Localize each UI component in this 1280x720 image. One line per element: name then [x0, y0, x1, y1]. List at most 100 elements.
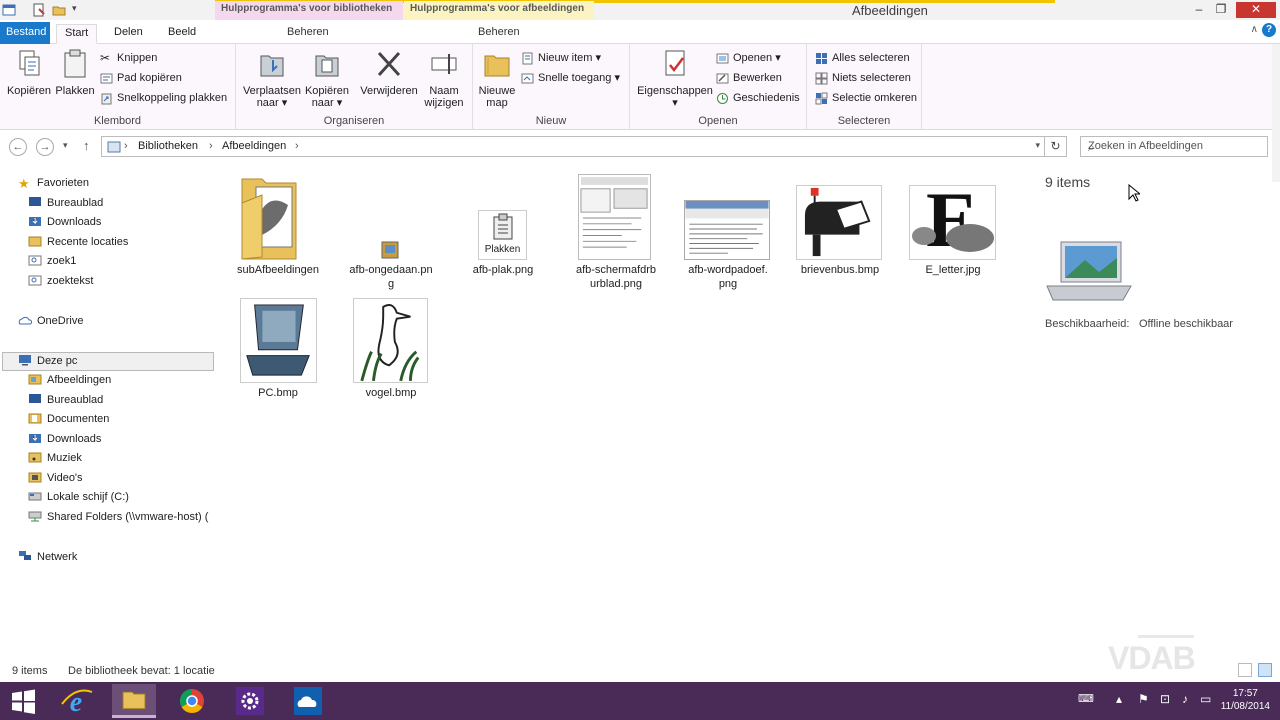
settings-gear-icon[interactable] — [228, 684, 272, 718]
onedrive-taskbar-icon[interactable] — [286, 684, 330, 718]
language-icon[interactable]: ▭ — [1200, 692, 1211, 706]
recent-locations-icon[interactable]: ▾ — [63, 140, 68, 151]
cut-button[interactable]: ✂ Knippen — [100, 50, 157, 68]
help-icon[interactable]: ? — [1262, 23, 1276, 37]
chrome-icon[interactable] — [170, 684, 214, 718]
volume-icon[interactable]: ♪ — [1182, 692, 1188, 706]
forward-button[interactable]: → — [36, 138, 54, 156]
copy-icon — [19, 50, 40, 76]
history-button[interactable]: Geschiedenis — [716, 90, 800, 108]
back-button[interactable]: ← — [9, 138, 27, 156]
tab-beheren-picture[interactable]: Beheren — [478, 26, 520, 38]
new-item-button[interactable]: Nieuw item ▾ — [521, 50, 601, 68]
nav-fav-zoek1[interactable]: zoek1 — [28, 252, 76, 270]
show-hidden-icons-icon[interactable]: ▴ — [1116, 692, 1122, 706]
nav-fav-recente-locaties[interactable]: Recente locaties — [28, 233, 128, 251]
clock[interactable]: 17:57 11/08/2014 — [1221, 687, 1270, 713]
details-item-count: 9 items — [1045, 174, 1091, 190]
window-menu-icon[interactable] — [2, 3, 16, 17]
nav-pc-bureaublad[interactable]: Bureaublad — [28, 391, 103, 409]
delete-button[interactable]: Verwijderen — [358, 48, 420, 97]
tab-beeld[interactable]: Beeld — [160, 24, 204, 44]
nav-favorieten[interactable]: ★ Favorieten — [18, 174, 89, 192]
large-icons-view-icon[interactable] — [1258, 663, 1272, 677]
qat-dropdown-icon[interactable]: ▾ — [72, 3, 86, 17]
nav-onedrive[interactable]: OneDrive — [18, 312, 83, 330]
ribbon-scrollbar[interactable] — [1272, 44, 1280, 182]
copy-to-button[interactable]: Kopiëren naar ▾ — [302, 48, 352, 109]
new-item-icon — [522, 52, 533, 65]
copy-to-icon — [315, 55, 339, 77]
tab-start[interactable]: Start — [56, 24, 98, 44]
group-nieuw: Nieuwe map Nieuw item ▾ Snelle toegang ▾… — [473, 44, 630, 130]
nav-pc-shared-folders[interactable]: Shared Folders (\\vmware-host) ( — [28, 508, 208, 526]
action-center-flag-icon[interactable]: ⚑ — [1138, 692, 1149, 706]
group-klembord: Kopiëren Plakken ✂ Knippen Pad kopiëren S… — [0, 44, 236, 130]
navigation-row: ← → ▾ ↑ › Bibliotheken › Afbeeldingen › … — [0, 135, 1280, 159]
breadcrumb-afbeeldingen[interactable]: Afbeeldingen — [222, 140, 286, 152]
address-bar[interactable]: › Bibliotheken › Afbeeldingen › ▾ — [101, 136, 1045, 157]
file-name: vogel.bmp — [365, 387, 417, 399]
tab-beheren-library[interactable]: Beheren — [287, 26, 329, 38]
copy-button[interactable]: Kopiëren — [6, 48, 52, 97]
network-tray-icon[interactable]: ⊡ — [1160, 692, 1170, 706]
select-none-icon — [815, 72, 828, 85]
group-label-klembord: Klembord — [93, 115, 142, 127]
group-selecteren: Alles selecteren Niets selecteren Select… — [807, 44, 922, 130]
invert-selection-label: Selectie omkeren — [832, 92, 917, 104]
address-dropdown-icon[interactable]: ▾ — [1035, 140, 1040, 151]
move-to-button[interactable]: Verplaatsen naar ▾ — [242, 48, 302, 109]
select-all-label: Alles selecteren — [832, 52, 910, 64]
scissors-icon: ✂ — [100, 50, 111, 65]
start-button-windows-icon[interactable] — [6, 684, 40, 718]
nav-pc-muziek[interactable]: Muziek — [28, 449, 82, 467]
nav-pc-downloads[interactable]: Downloads — [28, 430, 101, 448]
open-button[interactable]: Openen ▾ — [716, 50, 781, 68]
search-box[interactable]: Zoeken in Afbeeldingen ⌕ — [1080, 136, 1268, 157]
nav-pc-documenten[interactable]: Documenten — [28, 410, 109, 428]
file-explorer-taskbar-icon[interactable] — [112, 684, 156, 718]
select-none-button[interactable]: Niets selecteren — [815, 70, 911, 88]
tab-bestand[interactable]: Bestand — [0, 22, 50, 44]
rename-button[interactable]: Naam wijzigen — [422, 48, 466, 109]
nav-pc-lokale-schijf[interactable]: Lokale schijf (C:) — [28, 488, 129, 506]
paste-button[interactable]: Plakken — [52, 48, 98, 97]
nav-fav-bureaublad[interactable]: Bureaublad — [28, 194, 103, 212]
nav-fav-zoektekst[interactable]: zoektekst — [28, 272, 93, 290]
new-folder-qat-icon[interactable] — [52, 3, 66, 17]
file-name: afb-schermafdrb — [575, 264, 657, 276]
history-label: Geschiedenis — [733, 92, 800, 104]
nav-pc-videos[interactable]: Video's — [28, 469, 83, 487]
properties-icon[interactable] — [32, 3, 46, 17]
copy-to-label-2: naar ▾ — [311, 97, 343, 109]
network-drive-icon — [28, 511, 42, 522]
new-folder-button[interactable]: Nieuwe map — [475, 48, 519, 109]
details-view-icon[interactable] — [1238, 663, 1252, 677]
select-all-button[interactable]: Alles selecteren — [815, 50, 910, 68]
collapse-ribbon-icon[interactable]: ∧ — [1251, 24, 1258, 35]
group-label-nieuw: Nieuw — [535, 115, 567, 127]
edit-label: Bewerken — [733, 72, 782, 84]
nav-fav-downloads[interactable]: Downloads — [28, 213, 101, 231]
nav-netwerk[interactable]: Netwerk — [18, 548, 77, 566]
tab-delen[interactable]: Delen — [106, 24, 151, 44]
properties-button[interactable]: Eigenschappen ▾ — [634, 48, 716, 109]
keyboard-icon[interactable]: ⌨ — [1078, 692, 1094, 705]
nav-pc-afbeeldingen[interactable]: Afbeeldingen — [28, 371, 111, 389]
edit-button[interactable]: Bewerken — [716, 70, 782, 88]
maximize-button[interactable]: ❐ — [1208, 2, 1234, 18]
paste-shortcut-button[interactable]: Snelkoppeling plakken — [100, 90, 227, 108]
close-button[interactable]: ✕ — [1236, 2, 1276, 18]
copy-path-button[interactable]: Pad kopiëren — [100, 70, 182, 88]
breadcrumb-bibliotheken[interactable]: Bibliotheken — [138, 140, 198, 152]
easy-access-button[interactable]: Snelle toegang ▾ — [521, 70, 620, 88]
internet-explorer-icon[interactable]: e — [54, 684, 98, 718]
nav-deze-pc[interactable]: Deze pc — [18, 352, 77, 370]
refresh-button[interactable]: ↻ — [1045, 136, 1067, 157]
properties-dropdown-icon[interactable]: ▾ — [634, 97, 716, 109]
invert-selection-button[interactable]: Selectie omkeren — [815, 90, 917, 108]
recent-places-icon — [28, 236, 42, 247]
up-icon[interactable]: ↑ — [83, 138, 90, 153]
title-bar: ▾ Hulpprogramma's voor bibliotheken Hulp… — [0, 0, 1280, 20]
search-icon[interactable]: ⌕ — [1088, 140, 1261, 155]
